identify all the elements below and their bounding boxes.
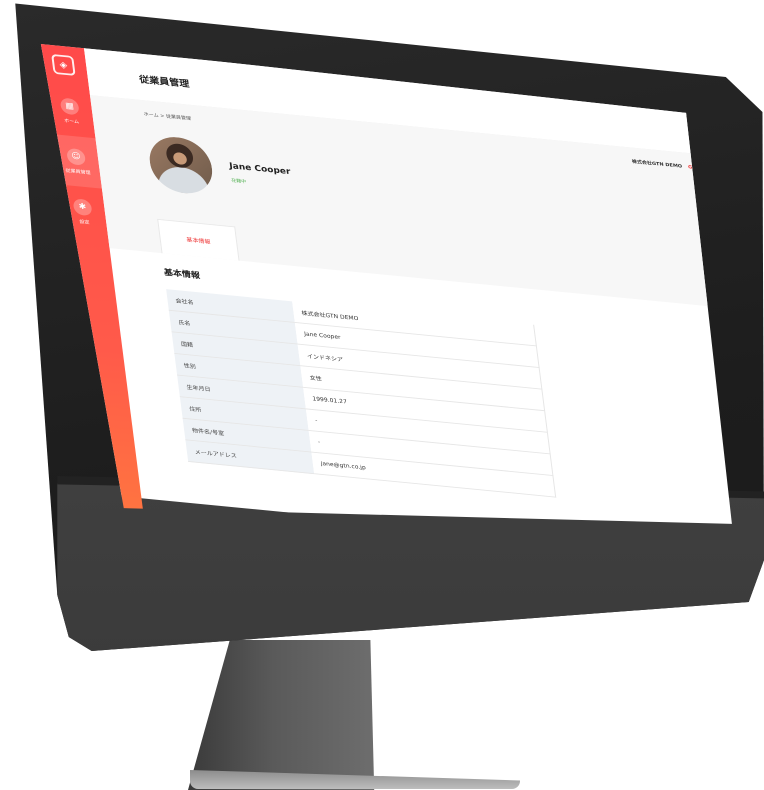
status-badge: 在籍中: [230, 178, 247, 185]
page-title: 従業員管理: [138, 74, 191, 90]
employee-name: Jane Cooper: [228, 161, 292, 177]
grid-icon: ▦: [59, 97, 80, 115]
sidebar-item-label: 従業員管理: [65, 167, 91, 176]
company-name: 株式会社GTN DEMO: [631, 159, 683, 170]
tab-basic-info[interactable]: 基本情報: [157, 218, 240, 261]
basic-info-table: 会社名 株式会社GTN DEMO 氏名 Jane Cooper 国籍 インドネシア 性…: [166, 289, 556, 498]
section-title: 基本情報: [163, 268, 201, 281]
app-window: ◈ ▦ ホーム ☺ 従業員管理 ✱ 設定 従業員管理 ホーム > 従業員管理 株…: [40, 44, 732, 524]
avatar: [146, 134, 216, 197]
breadcrumb[interactable]: ホーム > 従業員管理: [143, 111, 191, 122]
app-logo-icon[interactable]: ◈: [51, 53, 76, 76]
monitor-screen: ◈ ▦ ホーム ☺ 従業員管理 ✱ 設定 従業員管理 ホーム > 従業員管理 株…: [40, 42, 732, 524]
monitor-stand: [188, 640, 375, 790]
company-selector[interactable]: 株式会社GTN DEMOGTN: [631, 158, 700, 171]
sidebar-item-label: 設定: [79, 218, 90, 226]
gear-icon: ✱: [72, 197, 93, 216]
people-icon: ☺: [66, 147, 87, 166]
sidebar-item-label: ホーム: [63, 117, 80, 125]
